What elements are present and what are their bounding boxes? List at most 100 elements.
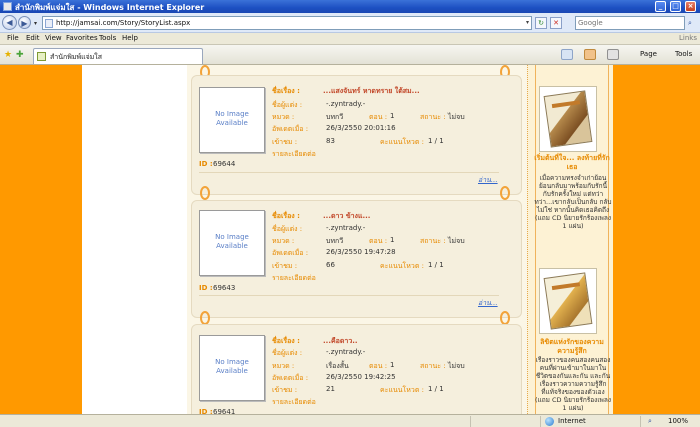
stop-button[interactable]: ✕: [550, 17, 562, 29]
refresh-button[interactable]: ↻: [535, 17, 547, 29]
links-toolbar[interactable]: Links: [679, 34, 697, 42]
menu-edit[interactable]: Edit: [26, 34, 40, 42]
story-title-link[interactable]: ...ดาว ข้างแ...: [323, 211, 370, 222]
views-value: 83: [326, 137, 335, 145]
minimize-button[interactable]: _: [655, 1, 666, 12]
feeds-icon[interactable]: [584, 49, 596, 60]
no-image-text: No Image: [215, 110, 249, 118]
label-status: สถานะ :: [420, 113, 446, 121]
status-value: ไม่จบ: [448, 237, 465, 245]
decor-curl-right: [500, 186, 510, 200]
back-button[interactable]: ◀: [2, 15, 17, 30]
label-id: ID :: [199, 160, 213, 168]
search-magnifier-icon[interactable]: ⌕: [688, 19, 692, 28]
status-divider: [640, 416, 641, 427]
page-icon: [45, 19, 53, 28]
menu-favorites[interactable]: Favorites: [66, 34, 98, 42]
chapter-value: 1: [390, 236, 395, 244]
label-title: ชื่อเรื่อง :: [272, 337, 300, 345]
label-updated: อัพเดตเมื่อ :: [272, 125, 309, 133]
url-text[interactable]: http://jamsai.com/Story/StoryList.aspx: [56, 19, 190, 27]
rating-value: 1 / 1: [428, 137, 444, 145]
page-menu[interactable]: Page: [640, 50, 657, 58]
book-cover-image[interactable]: [539, 86, 597, 152]
stop-icon: ✕: [553, 19, 559, 27]
url-dropdown-icon[interactable]: ▾: [526, 19, 529, 26]
search-input[interactable]: [576, 17, 676, 29]
read-more-link[interactable]: อ่าน...: [478, 298, 498, 309]
decor-curl-left: [200, 186, 210, 200]
label-author: ชื่อผู้แต่ง :: [272, 349, 303, 357]
close-button[interactable]: ×: [685, 1, 696, 12]
menu-file[interactable]: File: [7, 34, 19, 42]
label-rating: คะแนนโหวต :: [380, 386, 424, 394]
label-category: หมวด :: [272, 113, 295, 121]
tools-menu[interactable]: Tools: [675, 50, 692, 58]
title-bar: สำนักพิมพ์แจ่มใส - Windows Internet Expl…: [0, 0, 700, 13]
add-favorites-icon[interactable]: ✚: [16, 50, 24, 60]
book-title-link[interactable]: ลิขิตแห่งรักของความความรู้สึก: [532, 338, 612, 356]
refresh-icon: ↻: [538, 19, 544, 27]
security-zone-label: Internet: [558, 417, 586, 425]
status-divider: [540, 416, 541, 427]
label-status: สถานะ :: [420, 237, 446, 245]
label-updated: อัพเดตเมื่อ :: [272, 249, 309, 257]
search-box[interactable]: [575, 16, 685, 30]
author-value: -.zyntrady.-: [326, 100, 366, 108]
views-value: 66: [326, 261, 335, 269]
story-title-link[interactable]: ...แสงจันทร์ หาดทราย ใต้สม...: [323, 86, 420, 97]
home-icon[interactable]: [561, 49, 573, 60]
book-title-link[interactable]: เริ่มต้นที่ใจ... ลงท้ายที่รักเธอ: [532, 154, 612, 172]
status-bar: Internet ⌕ 100%: [0, 414, 700, 427]
label-title: ชื่อเรื่อง :: [272, 87, 300, 95]
status-value: ไม่จบ: [448, 113, 465, 121]
internet-zone-icon: [545, 417, 554, 426]
available-text: Available: [216, 242, 248, 250]
label-chapter: ตอน :: [369, 237, 388, 245]
label-category: หมวด :: [272, 237, 295, 245]
left-orange-margin: [0, 65, 82, 414]
ie-window-icon: [3, 2, 12, 11]
maximize-button[interactable]: □: [670, 1, 681, 12]
details-link[interactable]: รายละเอียดต่อ: [272, 397, 316, 408]
label-updated: อัพเดตเมื่อ :: [272, 374, 309, 382]
command-bar: ★ ✚ สำนักพิมพ์แจ่มใส Page Tools: [0, 45, 700, 65]
label-rating: คะแนนโหวต :: [380, 138, 424, 146]
book-description: เมื่อความทรงจำเก่าย้อนย้อนกลับมาพร้อมกับ…: [534, 174, 612, 230]
zoom-level[interactable]: 100%: [668, 417, 688, 425]
zoom-icon[interactable]: ⌕: [648, 417, 652, 426]
label-title: ชื่อเรื่อง :: [272, 212, 300, 220]
book-cover-image[interactable]: [539, 268, 597, 334]
browser-tab[interactable]: สำนักพิมพ์แจ่มใส: [33, 48, 203, 64]
author-value: -.zyntrady.-: [326, 348, 366, 356]
label-rating: คะแนนโหวต :: [380, 262, 424, 270]
decor-curl-right: [500, 311, 510, 325]
menu-view[interactable]: View: [45, 34, 62, 42]
status-divider: [470, 416, 471, 427]
address-bar: ◀ ▶ ▾ http://jamsai.com/Story/StoryList.…: [0, 13, 700, 33]
available-text: Available: [216, 367, 248, 375]
story-thumbnail: No Image Available: [199, 210, 265, 276]
read-more-link[interactable]: อ่าน...: [478, 175, 498, 186]
menu-tools[interactable]: Tools: [99, 34, 116, 42]
story-title-link[interactable]: ...คือดาว..: [323, 336, 358, 347]
label-chapter: ตอน :: [369, 362, 388, 370]
menu-help[interactable]: Help: [122, 34, 138, 42]
label-author: ชื่อผู้แต่ง :: [272, 101, 303, 109]
label-views: เข้าชม :: [272, 262, 298, 270]
favorites-star-icon[interactable]: ★: [4, 50, 12, 60]
url-field[interactable]: http://jamsai.com/Story/StoryList.aspx ▾: [42, 16, 532, 30]
updated-value: 26/3/2550 19:47:28: [326, 248, 396, 256]
author-value: -.zyntrady.-: [326, 224, 366, 232]
details-link[interactable]: รายละเอียดต่อ: [272, 273, 316, 284]
status-value: ไม่จบ: [448, 362, 465, 370]
details-link[interactable]: รายละเอียดต่อ: [272, 149, 316, 160]
views-value: 21: [326, 385, 335, 393]
decor-curl-left: [200, 311, 210, 325]
history-dropdown[interactable]: ▾: [34, 20, 37, 27]
chapter-value: 1: [390, 112, 395, 120]
print-icon[interactable]: [607, 49, 619, 60]
back-arrow-icon: ◀: [6, 18, 13, 27]
forward-button[interactable]: ▶: [18, 16, 31, 29]
story-thumbnail: No Image Available: [199, 87, 265, 153]
